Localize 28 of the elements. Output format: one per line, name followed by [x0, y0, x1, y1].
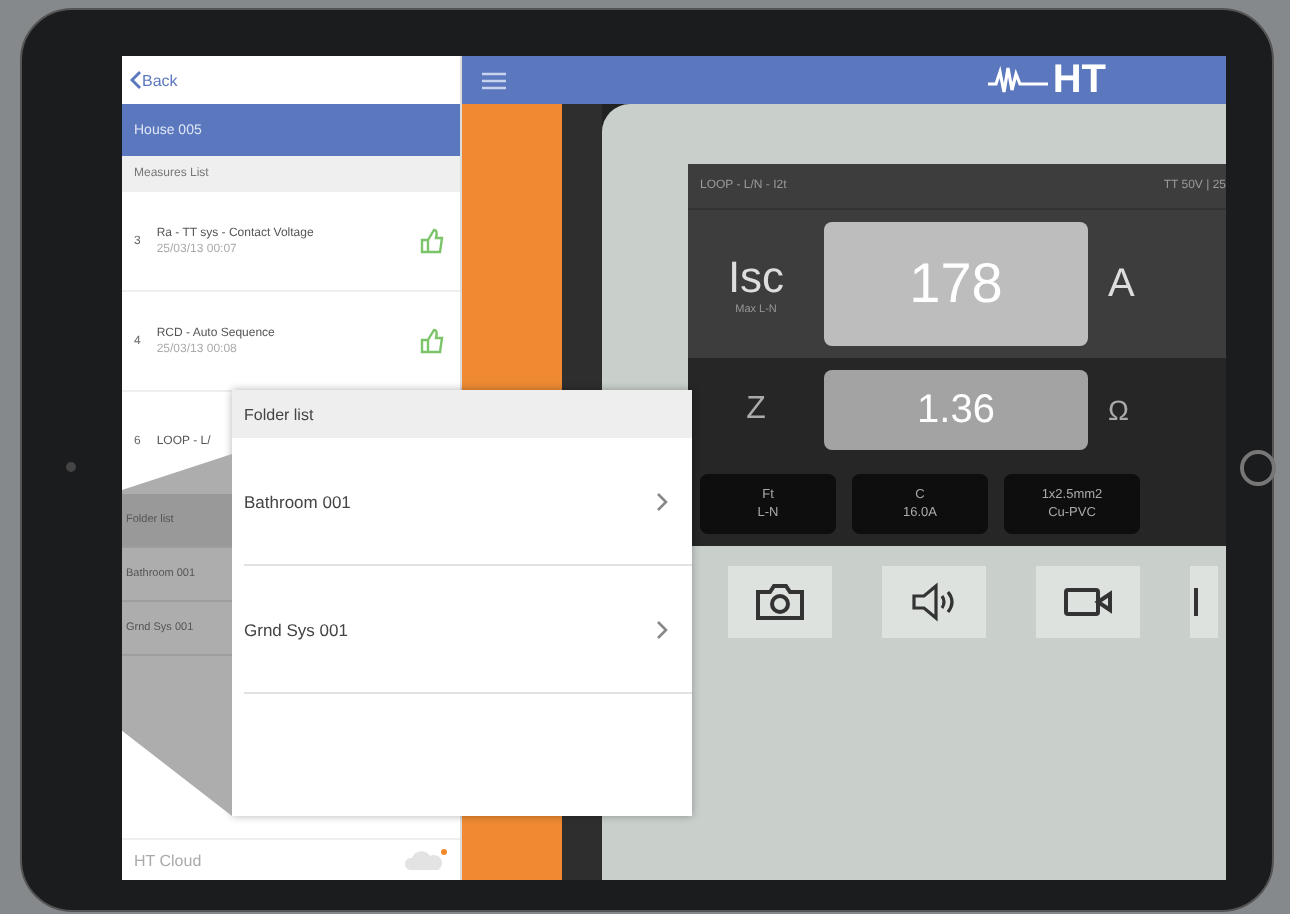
- result-unit: A: [1108, 261, 1135, 307]
- tool-button[interactable]: [1190, 566, 1218, 638]
- thumbs-up-icon: [420, 328, 444, 354]
- tool-button[interactable]: [1036, 566, 1140, 638]
- tool-button[interactable]: [728, 566, 832, 638]
- chevron-right-icon: [656, 491, 668, 511]
- popover-title: Folder list: [244, 405, 314, 423]
- tool-button[interactable]: [882, 566, 986, 638]
- waveform-logo-icon: [988, 66, 1049, 94]
- chevron-right-icon: [656, 619, 668, 639]
- chevron-left-icon: [130, 70, 142, 90]
- brand-logo: HT: [1052, 57, 1106, 103]
- result-unit: Ω: [1108, 394, 1129, 426]
- video-camera-icon: [1062, 582, 1114, 622]
- speaker-icon: [908, 582, 960, 622]
- result-label: Isc: [727, 252, 785, 304]
- result-label: Z: [746, 392, 766, 428]
- thumbs-up-icon: [420, 228, 444, 254]
- result-value: 178: [824, 222, 1088, 346]
- tool-icon: [1190, 582, 1198, 622]
- camera-icon: [754, 582, 806, 622]
- folder-item[interactable]: Grnd Sys 001: [244, 566, 692, 694]
- menu-icon[interactable]: [482, 71, 506, 89]
- front-camera-icon: [66, 462, 76, 472]
- result-value: 1.36: [824, 370, 1088, 450]
- folder-item[interactable]: Bathroom 001: [244, 438, 692, 566]
- cloud-label: HT Cloud: [134, 851, 202, 869]
- home-button[interactable]: [1240, 450, 1276, 486]
